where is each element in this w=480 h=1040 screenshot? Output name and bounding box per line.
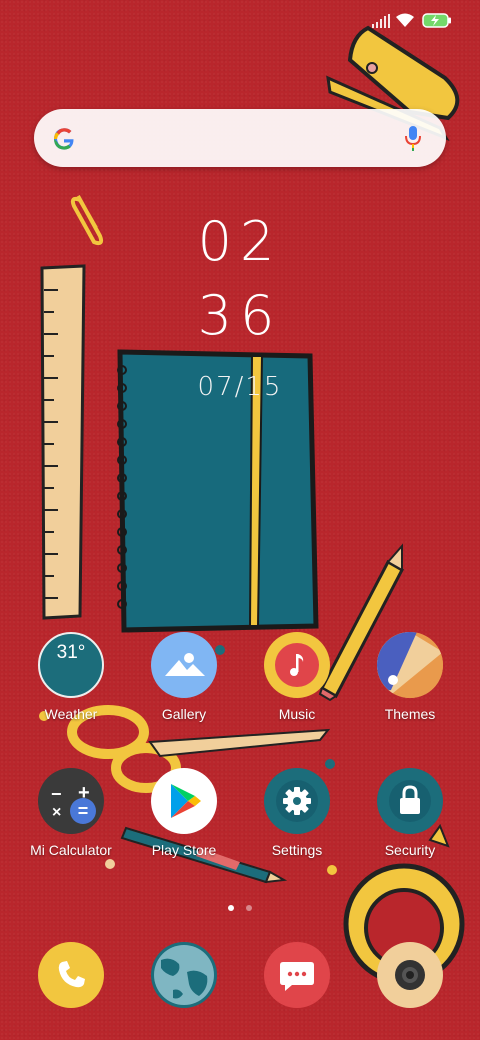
calculator-icon: − + × = (38, 768, 104, 834)
app-label: Weather (44, 706, 98, 722)
mic-icon[interactable] (404, 124, 422, 152)
app-mi-calculator[interactable]: − + × = Mi Calculator (21, 768, 121, 858)
clock-date: 07/15 (197, 372, 283, 402)
settings-icon (264, 768, 330, 834)
google-logo (54, 128, 74, 150)
clock-minute[interactable]: 36 (0, 284, 480, 347)
weather-icon: 31° (38, 632, 104, 698)
google-search-bar[interactable] (34, 109, 446, 167)
app-label: Music (278, 706, 316, 722)
page-dot[interactable] (246, 905, 253, 911)
weather-temperature: 31° (56, 642, 86, 663)
security-icon (377, 768, 443, 834)
page-dot-active[interactable] (227, 905, 234, 911)
app-label: Play Store (151, 842, 217, 858)
app-label: Gallery (161, 706, 207, 722)
app-label: Mi Calculator (30, 842, 112, 858)
app-label: Themes (384, 706, 436, 722)
app-music[interactable]: Music (247, 632, 347, 722)
app-security[interactable]: Security (360, 768, 460, 858)
dock-messages[interactable] (247, 942, 347, 1008)
wifi-icon (396, 13, 414, 27)
app-settings[interactable]: Settings (247, 768, 347, 858)
gallery-icon (151, 632, 217, 698)
app-label: Settings (271, 842, 323, 858)
camera-icon (377, 942, 443, 1008)
app-themes[interactable]: Themes (360, 632, 460, 722)
app-play-store[interactable]: Play Store (134, 768, 234, 858)
battery-charging-icon (422, 13, 451, 28)
app-gallery[interactable]: Gallery (134, 632, 234, 722)
page-indicator (0, 898, 480, 916)
message-icon (264, 942, 330, 1008)
app-weather[interactable]: 31° Weather (21, 632, 121, 722)
dock-camera[interactable] (360, 942, 460, 1008)
play-store-icon (151, 768, 217, 834)
dock-browser[interactable] (134, 942, 234, 1008)
music-icon (264, 632, 330, 698)
dock-phone[interactable] (21, 942, 121, 1008)
themes-icon (377, 632, 443, 698)
signal-icon (372, 14, 390, 28)
phone-icon (38, 942, 104, 1008)
clock-hour[interactable]: 02 (0, 210, 480, 273)
status-bar (0, 0, 480, 40)
app-label: Security (384, 842, 436, 858)
globe-icon (151, 942, 217, 1008)
